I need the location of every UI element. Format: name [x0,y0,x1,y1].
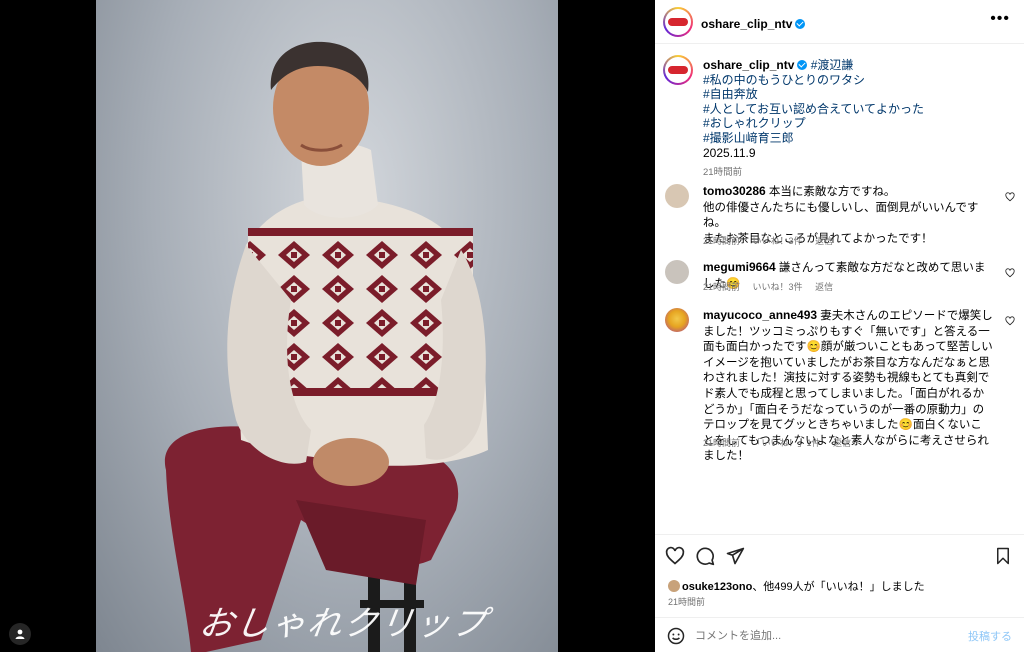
comment-username[interactable]: tomo30286 [703,184,766,198]
caption-date: 2025.11.9 [703,145,756,160]
caption-hashtag[interactable]: #私の中のもうひとりのワタシ [703,73,1003,88]
brand-signature: おしゃれクリップ [196,604,491,644]
comments-scroll[interactable]: oshare_clip_ntv #渡辺謙 #私の中のもうひとりのワタシ #自由奔… [655,44,1024,534]
comment-time[interactable]: 21時間前 [703,438,740,448]
comment-icon[interactable] [695,546,715,566]
post-comment-button[interactable]: 投稿する [968,628,1012,644]
caption-avatar[interactable] [663,55,693,85]
caption-username[interactable]: oshare_clip_ntv [703,58,794,72]
liker-avatar [668,580,680,592]
account-username[interactable]: oshare_clip_ntv [701,17,792,31]
comment-text-line: 他の俳優さんたちにも優しいし、面倒見がいいんですね。 [703,201,979,230]
media-pane: おしゃれクリップ [0,0,655,652]
comment-bar: 投稿する [655,617,1024,652]
comment-username[interactable]: megumi9664 [703,260,776,274]
comment-time[interactable]: 21時間前 [703,282,740,292]
comment-like-icon[interactable] [1005,268,1015,278]
comment-likes[interactable]: いいね！3件 [753,282,803,292]
commenter-avatar[interactable] [665,260,689,284]
comment-time[interactable]: 21時間前 [703,236,740,246]
heart-icon[interactable] [665,546,685,566]
comment-input[interactable] [695,627,945,645]
comment-item: mayucoco_anne493 妻夫木さんのエピソードで爆笑しました！ツッコミ… [665,308,1015,462]
portrait-illustration [164,41,488,652]
comment-like-icon[interactable] [1005,316,1015,326]
post-time[interactable]: 21時間前 [668,595,705,608]
user-tag-icon[interactable] [9,623,31,645]
caption-time[interactable]: 21時間前 [703,167,742,178]
comment-meta: 21時間前 「いいね！」1件 返信 [703,436,861,449]
comment-like-icon[interactable] [1005,192,1015,202]
post-photo[interactable]: おしゃれクリップ [96,0,558,652]
comment-item: megumi9664 謙さんって素敵な方だなと改めて思いました😊 21時間前 い… [665,260,1015,300]
post-actions: osuke123ono、他499人が「いいね！」しました 21時間前 投稿する [655,534,1024,652]
share-icon[interactable] [725,546,745,566]
account-avatar[interactable] [663,7,693,37]
likes-summary[interactable]: osuke123ono、他499人が「いいね！」しました [668,578,925,594]
comment-meta: 21時間前 いいね！3件 返信 [703,280,843,293]
post-header: oshare_clip_ntv ••• [655,0,1024,44]
caption-hashtag[interactable]: #撮影山﨑育三郎 [703,131,1003,146]
comment-item: tomo30286 本当に素敵な方ですね。 他の俳優さんたちにも優しいし、面倒見… [665,184,1015,254]
liker-username[interactable]: osuke123ono [682,581,752,593]
verified-icon [795,19,806,29]
reply-button[interactable]: 返信 [815,282,833,292]
caption-hashtag[interactable]: #おしゃれクリップ [703,116,1003,131]
bookmark-icon[interactable] [994,546,1012,566]
more-icon[interactable]: ••• [990,11,1010,27]
caption-hashtag[interactable]: #渡辺謙 [811,58,854,72]
verified-icon [797,60,808,70]
comment-username[interactable]: mayucoco_anne493 [703,308,817,322]
caption-hashtag[interactable]: #人としてお互い認め合えていてよかった [703,102,1003,117]
caption: oshare_clip_ntv #渡辺謙 #私の中のもうひとりのワタシ #自由奔… [703,58,1003,181]
comment-likes[interactable]: 「いいね！」1件 [753,438,821,448]
reply-button[interactable]: 返信 [833,438,851,448]
comment-meta: 21時間前 いいね！3件 返信 [703,234,843,247]
commenter-avatar[interactable] [665,184,689,208]
emoji-icon[interactable] [667,627,685,645]
comment-likes[interactable]: いいね！3件 [753,236,803,246]
reply-button[interactable]: 返信 [815,236,833,246]
comment-text: 本当に素敵な方ですね。 [768,186,896,198]
caption-hashtag[interactable]: #自由奔放 [703,87,1003,102]
post-side-pane: oshare_clip_ntv ••• oshare_clip_ntv #渡辺謙… [655,0,1024,652]
likes-count-text: 、他499人が「いいね！」しました [752,581,925,593]
commenter-avatar[interactable] [665,308,689,332]
